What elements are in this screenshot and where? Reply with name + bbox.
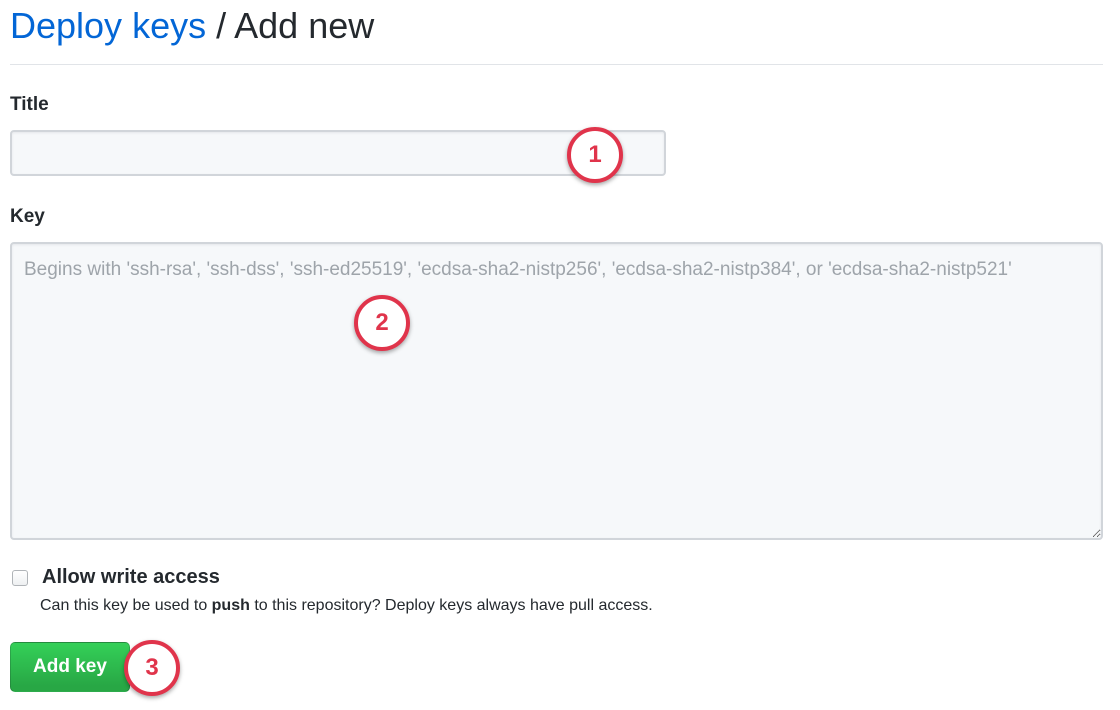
write-access-row: Allow write access [10, 566, 220, 589]
page-title: Deploy keys / Add new [10, 4, 374, 48]
note-text-after: to this repository? Deploy keys always h… [249, 597, 653, 614]
key-label: Key [10, 206, 45, 227]
write-access-note: Can this key be used to push to this rep… [40, 597, 653, 615]
write-access-checkbox[interactable] [12, 569, 28, 586]
write-access-label[interactable]: Allow write access [42, 566, 220, 589]
note-text-bold: push [211, 597, 250, 614]
step-1-callout: 1 [567, 127, 623, 183]
breadcrumb-current: Add new [234, 5, 375, 46]
header-divider [10, 64, 1103, 65]
note-text-before: Can this key be used to [40, 597, 212, 614]
breadcrumb-separator: / [216, 5, 227, 46]
step-3-callout: 3 [124, 640, 180, 696]
deploy-key-page: Deploy keys / Add new Title Key Allow wr… [0, 0, 1120, 710]
breadcrumb-deploy-keys-link[interactable]: Deploy keys [10, 5, 206, 46]
key-textarea[interactable] [10, 242, 1103, 540]
step-2-callout: 2 [354, 295, 410, 351]
add-key-button[interactable]: Add key [10, 642, 130, 692]
title-label: Title [10, 94, 49, 115]
